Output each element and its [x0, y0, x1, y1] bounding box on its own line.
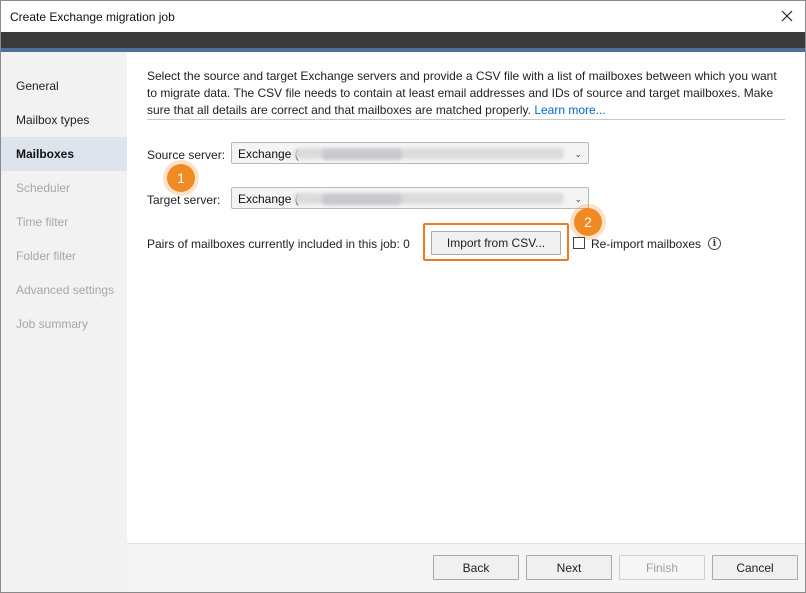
sidebar-item-time-filter: Time filter: [16, 215, 69, 229]
step-badge-1: 1: [167, 164, 195, 192]
sidebar-item-mailboxes[interactable]: Mailboxes: [1, 137, 127, 171]
target-server-label: Target server:: [147, 193, 221, 207]
next-button[interactable]: Next: [526, 555, 612, 580]
sidebar-item-advanced-settings: Advanced settings: [16, 283, 115, 297]
source-server-value: Exchange (: [238, 147, 299, 161]
pairs-count-label: Pairs of mailboxes currently included in…: [147, 237, 410, 251]
finish-button: Finish: [619, 555, 705, 580]
target-server-value: Exchange (: [238, 192, 299, 206]
sidebar-item-general[interactable]: General: [1, 69, 127, 103]
reimport-checkbox[interactable]: [573, 237, 585, 249]
dialog-footer: Back Next Finish Cancel: [127, 543, 805, 592]
wizard-sidebar: General Mailbox types Mailboxes Schedule…: [1, 52, 127, 592]
source-server-select[interactable]: Exchange ( ⌄: [231, 142, 589, 164]
chevron-down-icon: ⌄: [574, 194, 582, 204]
close-icon[interactable]: [777, 6, 797, 26]
description-text: Select the source and target Exchange se…: [147, 69, 777, 117]
sidebar-item-job-summary: Job summary: [16, 317, 89, 331]
sidebar-item-scheduler: Scheduler: [16, 181, 71, 195]
step-badge-2: 2: [574, 208, 602, 236]
sidebar-item-mailbox-types[interactable]: Mailbox types: [1, 103, 127, 137]
reimport-label[interactable]: Re-import mailboxes: [591, 237, 701, 251]
chevron-down-icon: ⌄: [574, 149, 582, 159]
divider: [147, 119, 785, 120]
header-banner: [1, 32, 805, 52]
back-button[interactable]: Back: [433, 555, 519, 580]
cancel-button[interactable]: Cancel: [712, 555, 798, 580]
migration-job-dialog: Create Exchange migration job General Ma…: [0, 0, 806, 593]
import-from-csv-button[interactable]: Import from CSV...: [431, 231, 561, 255]
mailboxes-page: Select the source and target Exchange se…: [127, 52, 805, 544]
learn-more-link[interactable]: Learn more...: [534, 103, 605, 117]
page-description: Select the source and target Exchange se…: [147, 68, 787, 119]
window-title: Create Exchange migration job: [10, 10, 175, 24]
title-bar: Create Exchange migration job: [1, 1, 805, 32]
target-server-select[interactable]: Exchange ( ⌄: [231, 187, 589, 209]
redacted-text: [322, 149, 402, 160]
source-server-label: Source server:: [147, 148, 226, 162]
sidebar-item-folder-filter: Folder filter: [16, 249, 77, 263]
info-icon[interactable]: i: [708, 237, 721, 250]
redacted-text: [322, 194, 402, 205]
